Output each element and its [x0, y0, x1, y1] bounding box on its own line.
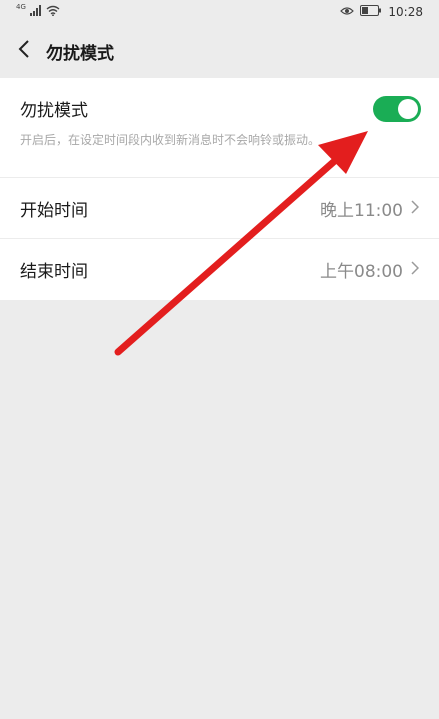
clock-text: 10:28 [388, 5, 423, 19]
start-time-label: 开始时间 [20, 200, 88, 221]
end-time-row[interactable]: 结束时间 上午08:00 [0, 239, 439, 300]
start-time-value: 晚上11:00 [320, 200, 403, 221]
page-title: 勿扰模式 [46, 43, 114, 64]
end-time-label: 结束时间 [20, 262, 88, 282]
start-time-row[interactable]: 开始时间 晚上11:00 [0, 178, 439, 239]
wifi-icon [46, 5, 60, 19]
dnd-setting-row: 勿扰模式 开启后，在设定时间段内收到新消息时不会响铃或振动。 [0, 78, 439, 178]
signal-icon [29, 5, 42, 19]
toggle-knob [398, 99, 418, 119]
status-left: 4G [16, 3, 60, 19]
back-button[interactable] [12, 37, 36, 65]
battery-icon [360, 5, 382, 19]
status-bar: 4G 10:28 [0, 0, 439, 24]
eye-icon [340, 5, 355, 19]
network-type: 4G [16, 3, 26, 11]
chevron-left-icon [18, 39, 30, 63]
chevron-right-icon [411, 199, 420, 218]
dnd-toggle[interactable] [373, 96, 421, 122]
end-time-right: 上午08:00 [320, 257, 420, 282]
start-time-right: 晚上11:00 [320, 196, 420, 221]
settings-card: 勿扰模式 开启后，在设定时间段内收到新消息时不会响铃或振动。 开始时间 晚上11… [0, 78, 439, 300]
dnd-label: 勿扰模式 [20, 101, 88, 121]
header-bar: 勿扰模式 [0, 24, 439, 78]
status-right: 10:28 [340, 5, 423, 19]
end-time-value: 上午08:00 [320, 262, 403, 282]
chevron-right-icon [411, 260, 420, 279]
dnd-description: 开启后，在设定时间段内收到新消息时不会响铃或振动。 [20, 133, 321, 147]
